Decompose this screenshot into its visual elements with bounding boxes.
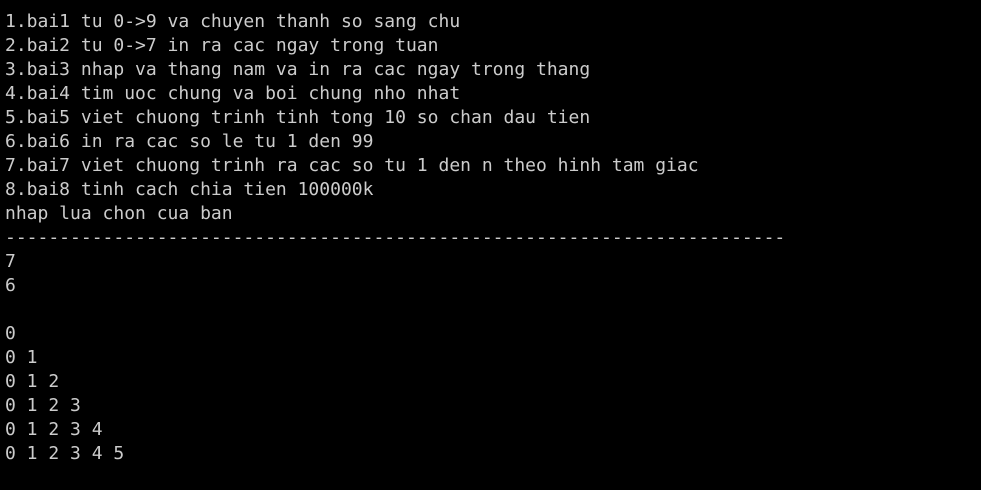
separator-bottom: ----------------------------------------…	[5, 227, 786, 248]
menu-item-bai4: 4.bai4 tim uoc chung va boi chung nho nh…	[5, 83, 461, 104]
menu-item-bai8: 8.bai8 tinh cach chia tien 100000k	[5, 179, 374, 200]
menu-item-bai5: 5.bai5 viet chuong trinh tinh tong 10 so…	[5, 107, 591, 128]
user-input-n: 6	[5, 275, 16, 296]
console-window[interactable]: ----------------------------------------…	[0, 0, 981, 490]
separator-top: ----------------------------------------…	[5, 0, 764, 10]
choice-prompt: nhap lua chon cua ban	[5, 203, 233, 224]
user-input-choice: 7	[5, 251, 16, 272]
triangle-row: 0 1 2 3	[5, 395, 81, 416]
triangle-row: 0 1	[5, 347, 38, 368]
menu-item-bai7: 7.bai7 viet chuong trinh ra cac so tu 1 …	[5, 155, 699, 176]
menu-item-bai1: 1.bai1 tu 0->9 va chuyen thanh so sang c…	[5, 11, 461, 32]
triangle-row: 0 1 2	[5, 371, 60, 392]
triangle-row: 0	[5, 323, 16, 344]
menu-item-bai2: 2.bai2 tu 0->7 in ra cac ngay trong tuan	[5, 35, 439, 56]
triangle-row: 0 1 2 3 4	[5, 419, 103, 440]
menu-item-bai3: 3.bai3 nhap va thang nam va in ra cac ng…	[5, 59, 591, 80]
triangle-row: 0 1 2 3 4 5	[5, 443, 125, 464]
menu-item-bai6: 6.bai6 in ra cac so le tu 1 den 99	[5, 131, 374, 152]
